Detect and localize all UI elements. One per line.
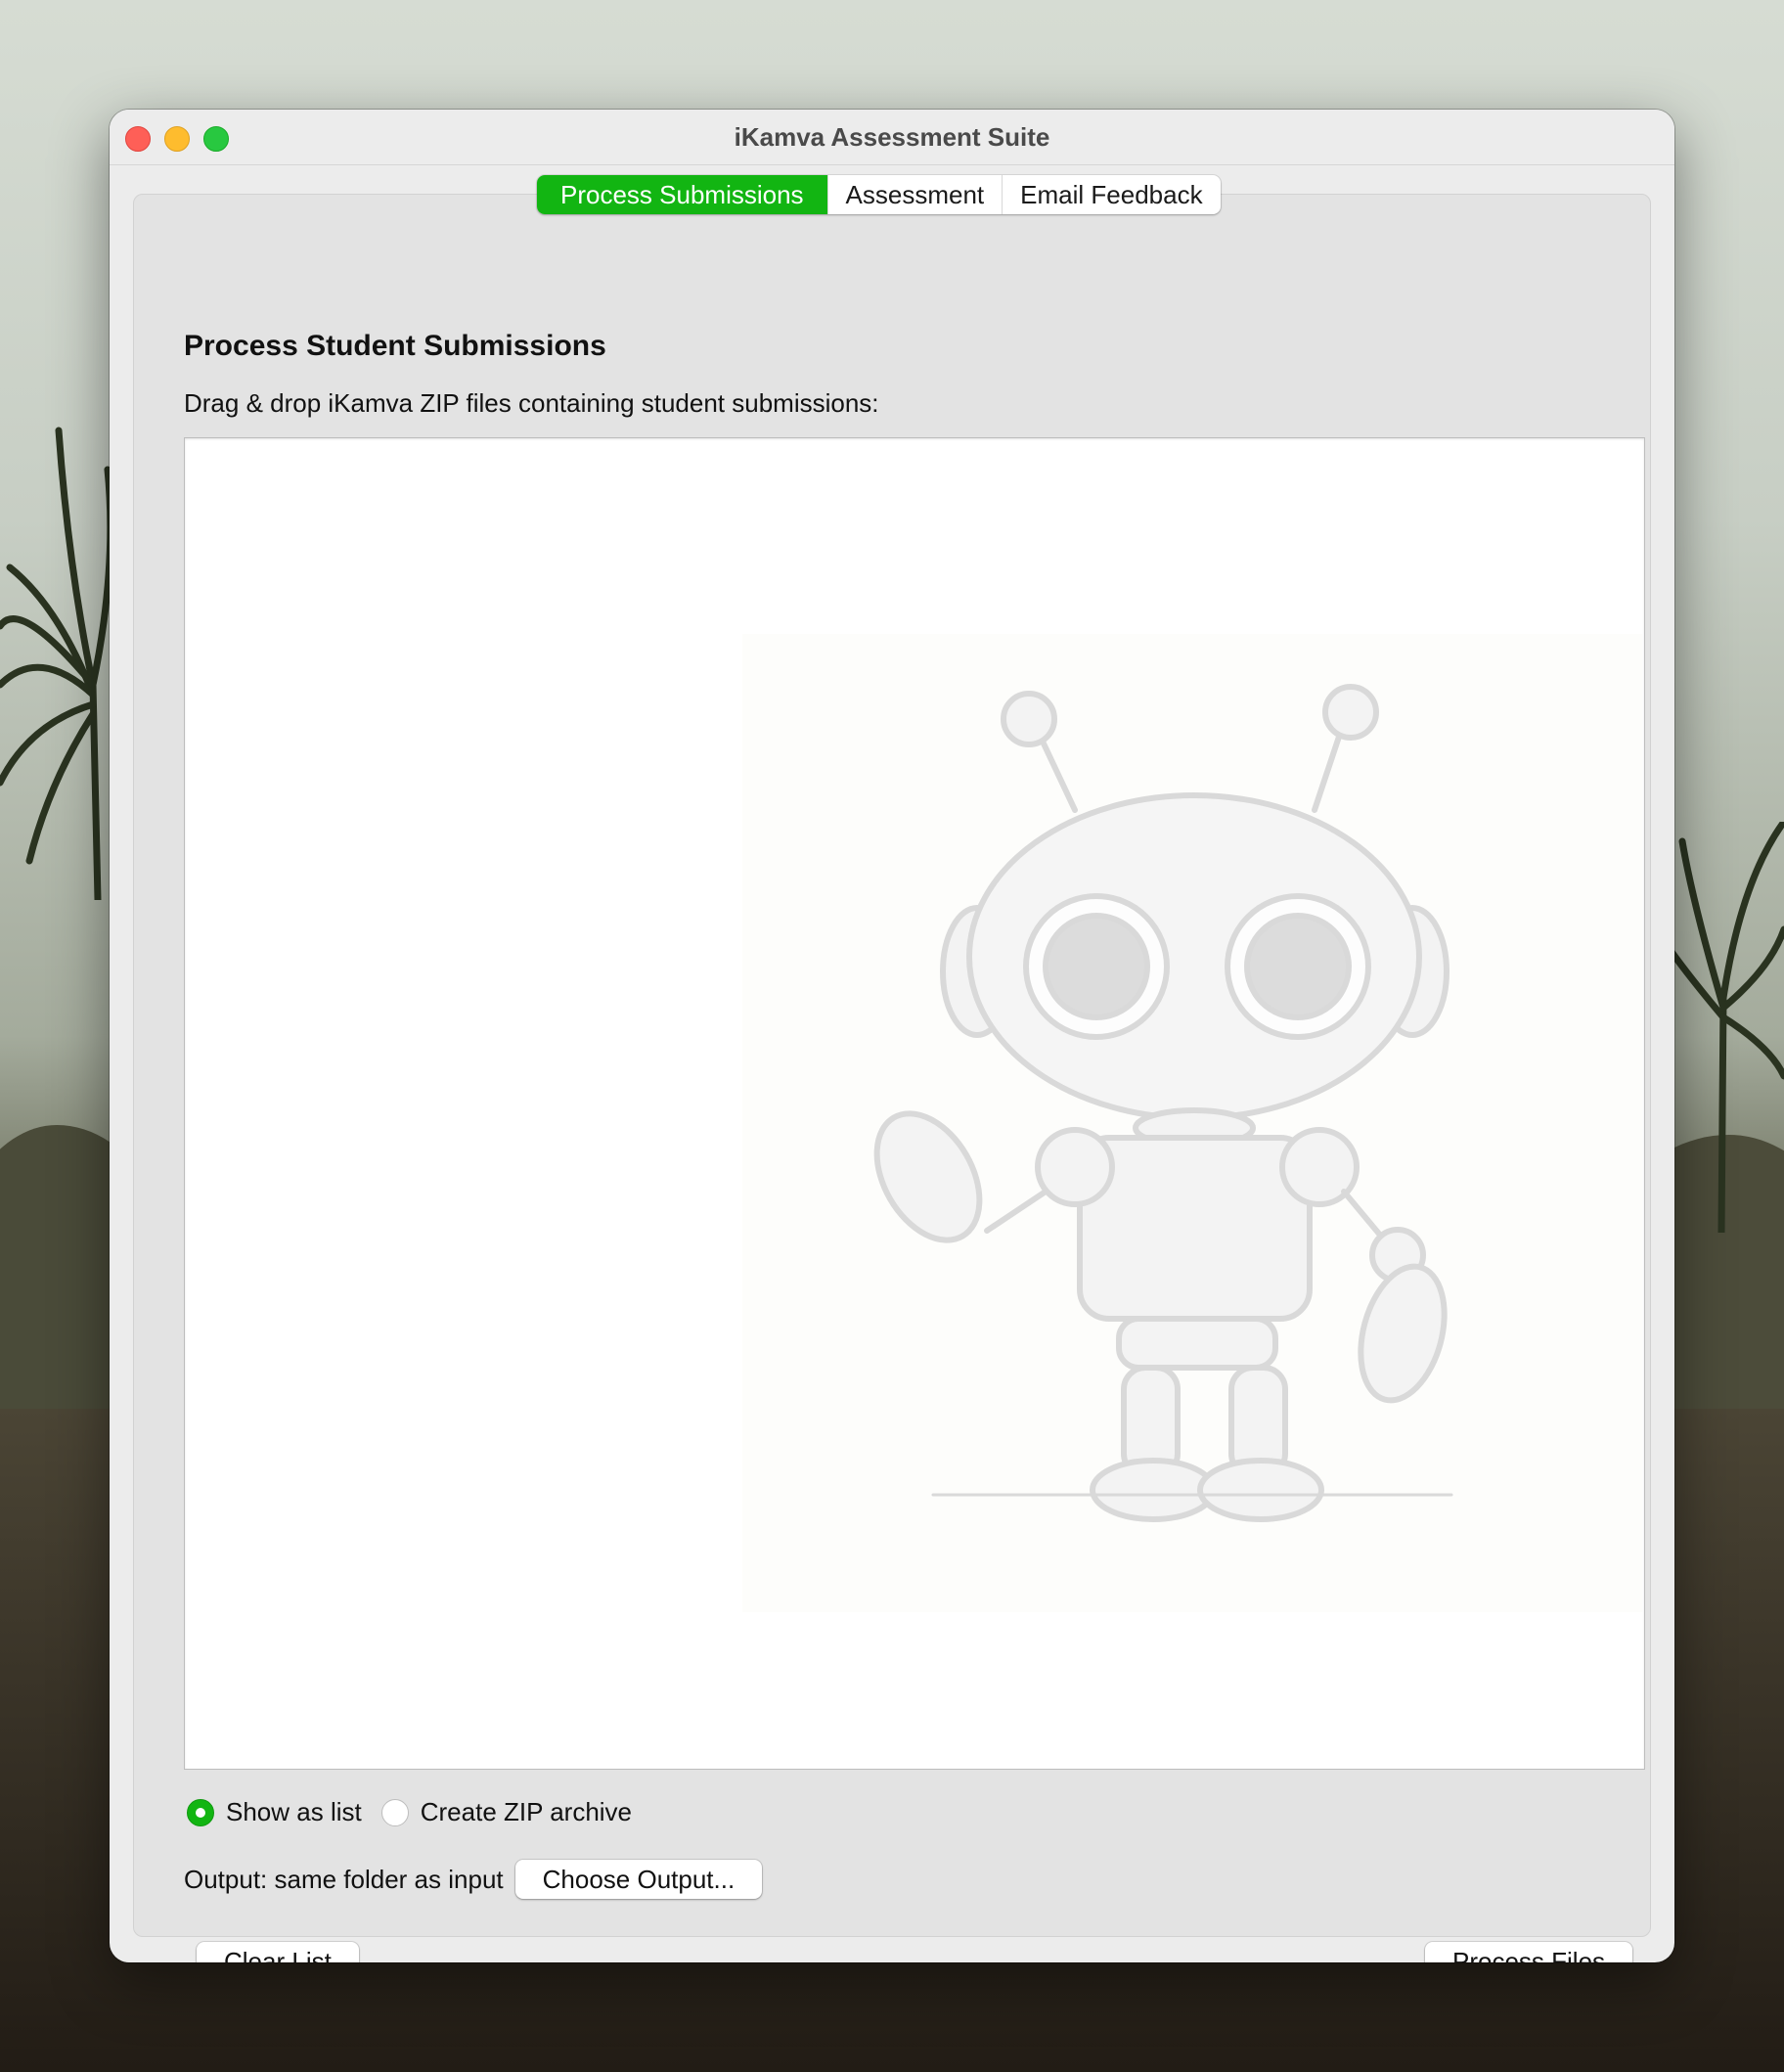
panel-instruction: Drag & drop iKamva ZIP files containing … [184,388,879,418]
aloe-plant-left [0,427,114,900]
create-zip-archive-label: Create ZIP archive [420,1797,633,1826]
window-title: iKamva Assessment Suite [734,122,1050,152]
title-bar[interactable]: iKamva Assessment Suite [110,110,1674,165]
tab-process-submissions[interactable]: Process Submissions [537,175,828,214]
tab-panel: Process Student Submissions Drag & drop … [133,194,1651,1962]
radio-unselected-icon [380,1798,409,1826]
file-drop-zone[interactable] [184,437,1645,1770]
choose-output-button[interactable]: Choose Output... [514,1860,763,1899]
panel-heading: Process Student Submissions [184,330,606,362]
tab-assessment[interactable]: Assessment [828,175,1004,214]
app-window: iKamva Assessment Suite Process Submissi… [110,110,1674,1962]
aloe-plant-right [1663,822,1784,1233]
tab-email-feedback[interactable]: Email Feedback [1003,175,1220,214]
output-row: Output: same folder as input Choose Outp… [184,1860,763,1899]
show-as-list-radio[interactable]: Show as list [187,1797,362,1827]
create-zip-archive-radio[interactable]: Create ZIP archive [380,1797,633,1827]
radio-selected-icon [187,1798,214,1826]
output-location-label: Output: same folder as input [184,1864,504,1894]
show-as-list-label: Show as list [226,1797,362,1826]
tab-bar: Process Submissions Assessment Email Fee… [537,175,1221,214]
clear-list-button[interactable]: Clear List [197,1942,359,1962]
robot-illustration [742,634,1642,1612]
output-mode-radio-group: Show as list Create ZIP archive [187,1797,651,1827]
process-files-button[interactable]: Process Files [1425,1942,1633,1962]
